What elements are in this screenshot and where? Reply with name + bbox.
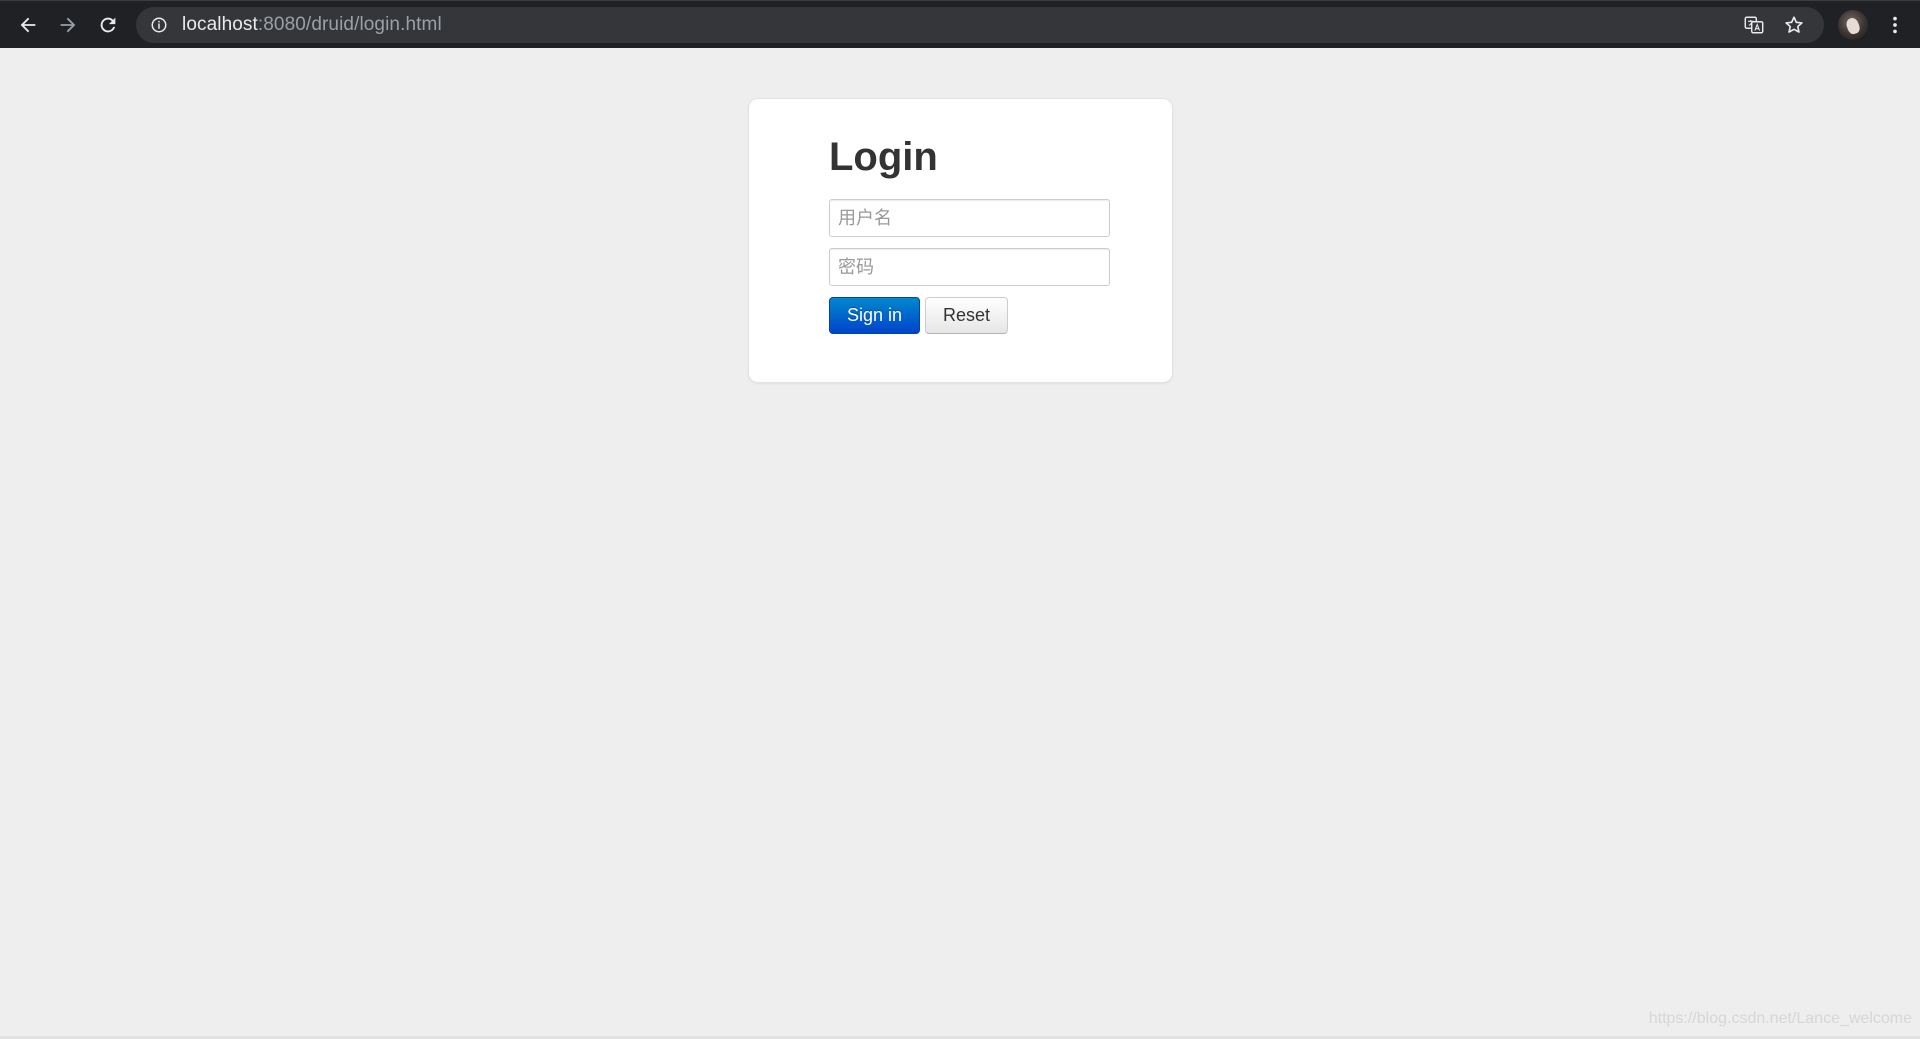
address-bar-actions [1734, 7, 1814, 43]
password-input[interactable] [829, 248, 1110, 286]
reset-button[interactable]: Reset [925, 297, 1008, 334]
sign-in-button[interactable]: Sign in [829, 297, 920, 334]
login-title: Login [829, 135, 938, 179]
browser-menu-button[interactable] [1880, 10, 1910, 40]
translate-icon [1744, 16, 1764, 34]
back-arrow-icon [20, 17, 36, 32]
bookmark-button[interactable] [1774, 7, 1814, 43]
username-input[interactable] [829, 199, 1110, 237]
address-bar[interactable]: localhost:8080/druid/login.html [136, 7, 1824, 43]
url-host: localhost [182, 14, 258, 35]
reload-button[interactable] [88, 5, 128, 45]
login-card: Login Sign in Reset [748, 98, 1173, 383]
star-icon [1785, 16, 1803, 33]
forward-button[interactable] [48, 5, 88, 45]
url-path: :8080/druid/login.html [257, 14, 442, 35]
info-icon[interactable] [148, 14, 170, 36]
url-text[interactable]: localhost:8080/druid/login.html [182, 14, 442, 36]
back-button[interactable] [8, 5, 48, 45]
profile-avatar[interactable] [1838, 10, 1868, 40]
translate-button[interactable] [1734, 7, 1774, 43]
watermark: https://blog.csdn.net/Lance_welcome [1648, 1010, 1912, 1027]
browser-toolbar: localhost:8080/druid/login.html [0, 0, 1920, 48]
forward-arrow-icon [60, 17, 76, 32]
kebab-menu-icon [1893, 16, 1897, 34]
reload-icon [100, 17, 116, 32]
